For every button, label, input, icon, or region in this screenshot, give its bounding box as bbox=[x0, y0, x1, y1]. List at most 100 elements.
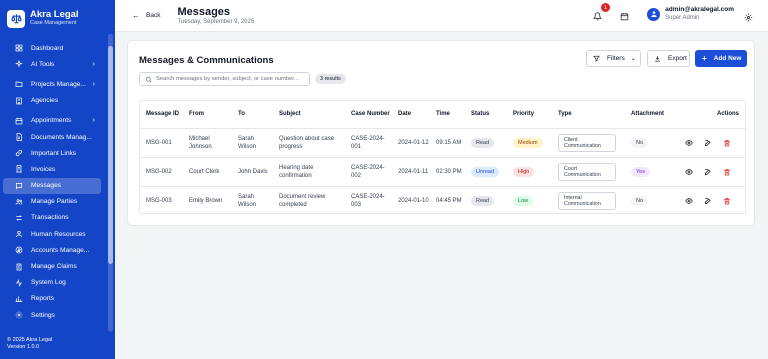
add-new-button[interactable]: + Add New bbox=[695, 50, 747, 67]
sidebar-item-appointments[interactable]: Appointments › bbox=[3, 113, 101, 129]
message-id: MSG-001 bbox=[140, 128, 183, 158]
sidebar-item-projects-manage[interactable]: Projects Manage... › bbox=[3, 76, 101, 92]
sidebar-item-accounts-manage[interactable]: Accounts Manage... bbox=[3, 242, 101, 258]
column-header: Time bbox=[430, 101, 465, 129]
status-cell: Read bbox=[465, 186, 507, 213]
edit-icon[interactable] bbox=[703, 138, 712, 147]
sidebar-item-label: Manage Claims bbox=[31, 263, 77, 271]
view-icon[interactable] bbox=[684, 196, 693, 205]
sidebar-item-human-resources[interactable]: Human Resources bbox=[3, 226, 101, 242]
user-role: Super Admin bbox=[665, 15, 700, 21]
filters-button[interactable]: Filters ⌄ bbox=[586, 50, 641, 67]
card-title: Messages & Communications bbox=[139, 55, 274, 66]
edit-icon[interactable] bbox=[703, 167, 712, 176]
sidebar-item-ai-tools[interactable]: AI Tools › bbox=[3, 56, 101, 72]
sidebar-item-label: System Log bbox=[31, 279, 66, 287]
calendar-button[interactable] bbox=[620, 8, 632, 21]
chevron-right-icon: › bbox=[92, 60, 95, 68]
page-title: Messages bbox=[177, 6, 231, 18]
sidebar-item-label: Appointments bbox=[31, 117, 72, 125]
message-icon bbox=[14, 181, 23, 190]
column-header: Status bbox=[465, 101, 507, 129]
user-info[interactable]: admin@akralegal.com Super Admin bbox=[665, 6, 734, 22]
transactions-icon bbox=[14, 213, 23, 222]
column-header: Type bbox=[552, 101, 625, 129]
priority-cell: Medium bbox=[507, 128, 552, 158]
priority-cell: Low bbox=[507, 186, 552, 213]
search-icon bbox=[145, 76, 152, 82]
column-header: Date bbox=[392, 101, 430, 129]
scale-logo-icon bbox=[7, 9, 25, 28]
search-input[interactable] bbox=[156, 76, 306, 82]
type-cell: Court Communication bbox=[552, 157, 625, 187]
trash-icon[interactable] bbox=[722, 167, 731, 176]
back-button[interactable]: ← Back bbox=[132, 11, 160, 20]
results-count-badge: 3 results bbox=[315, 74, 346, 84]
dashboard-icon bbox=[14, 44, 23, 53]
sidebar-scroll-thumb[interactable] bbox=[108, 46, 113, 264]
sidebar-item-dashboard[interactable]: Dashboard bbox=[3, 40, 101, 56]
sidebar-item-documents-manag[interactable]: Documents Manag... bbox=[3, 129, 101, 145]
status-cell: Unread bbox=[465, 157, 507, 187]
table-row[interactable]: MSG-001 Michael Johnson Sarah Wilson Questi… bbox=[140, 128, 745, 158]
sidebar-item-agencies[interactable]: Agencies bbox=[3, 93, 101, 109]
status-badge: Unread bbox=[471, 166, 500, 177]
messages-table: Message ID From To Subject Case Number Date Ti… bbox=[139, 100, 746, 214]
user-avatar[interactable] bbox=[647, 7, 661, 21]
chevron-down-icon: ⌄ bbox=[630, 56, 636, 62]
trash-icon[interactable] bbox=[722, 138, 731, 147]
notifications-button[interactable]: 1 bbox=[593, 3, 611, 21]
building-icon bbox=[14, 96, 23, 105]
message-date: 2024-01-12 bbox=[392, 128, 430, 158]
sidebar-item-settings[interactable]: Settings bbox=[3, 307, 101, 323]
sidebar-item-transactions[interactable]: Transactions bbox=[3, 210, 101, 226]
sidebar-item-reports[interactable]: Reports bbox=[3, 291, 101, 307]
view-icon[interactable] bbox=[684, 138, 693, 147]
brand-name: Akra Legal bbox=[30, 9, 79, 20]
message-from: Michael Johnson bbox=[183, 128, 232, 158]
table-row[interactable]: MSG-002 Court Clerk John Davis Hearing date… bbox=[140, 157, 745, 187]
column-header: Actions bbox=[678, 101, 745, 129]
sidebar-item-invoices[interactable]: Invoices bbox=[3, 161, 101, 177]
sidebar-item-messages[interactable]: Messages bbox=[3, 177, 101, 194]
brand-subtitle: Case Management bbox=[30, 20, 77, 26]
gear-icon bbox=[744, 9, 753, 26]
type-cell: Client Communication bbox=[552, 128, 625, 158]
column-header: Case Number bbox=[345, 101, 392, 129]
sidebar-item-important-links[interactable]: Important Links bbox=[3, 145, 101, 161]
copyright-text: © 2025 Akra Legal bbox=[7, 337, 53, 343]
page-date: Tuesday, September 9, 2025 bbox=[177, 19, 255, 25]
brand[interactable]: Akra Legal Case Management bbox=[0, 0, 115, 30]
message-subject: Hearing date confirmation bbox=[273, 157, 345, 187]
version-text: Version 1.0.0 bbox=[7, 344, 40, 350]
search-box[interactable] bbox=[139, 72, 310, 86]
log-icon bbox=[14, 278, 23, 287]
calendar-icon bbox=[620, 8, 629, 25]
sidebar-item-manage-parties[interactable]: Manage Parties bbox=[3, 194, 101, 210]
sidebar-item-label: Important Links bbox=[31, 149, 77, 157]
sidebar-item-label: Accounts Manage... bbox=[31, 246, 90, 254]
people-icon bbox=[14, 230, 23, 239]
sidebar-item-system-log[interactable]: System Log bbox=[3, 275, 101, 291]
priority-badge: High bbox=[513, 166, 535, 177]
sidebar-scrollbar[interactable] bbox=[108, 34, 113, 332]
case-number: CASE-2024-001 bbox=[345, 128, 392, 158]
arrow-left-icon: ← bbox=[132, 11, 140, 20]
sidebar-item-label: Messages bbox=[31, 182, 62, 190]
column-header: To bbox=[232, 101, 273, 129]
message-id: MSG-003 bbox=[146, 197, 172, 204]
view-icon[interactable] bbox=[684, 167, 693, 176]
back-label: Back bbox=[146, 12, 161, 19]
edit-icon[interactable] bbox=[703, 196, 712, 205]
priority-badge: Low bbox=[513, 195, 534, 206]
export-button[interactable]: Export bbox=[647, 50, 690, 67]
table-row[interactable]: MSG-003 Emily Brown Sarah Wilson Document r… bbox=[140, 186, 745, 213]
settings-button[interactable] bbox=[744, 9, 754, 22]
trash-icon[interactable] bbox=[722, 196, 731, 205]
status-badge: Read bbox=[471, 137, 495, 148]
sidebar-item-label: AI Tools bbox=[31, 60, 55, 68]
folder-icon bbox=[14, 80, 23, 89]
type-label: Court Communication bbox=[558, 162, 616, 181]
sidebar-item-manage-claims[interactable]: Manage Claims bbox=[3, 258, 101, 274]
top-right-controls: 1 admin@akralegal.com Super Admin bbox=[593, 3, 754, 22]
